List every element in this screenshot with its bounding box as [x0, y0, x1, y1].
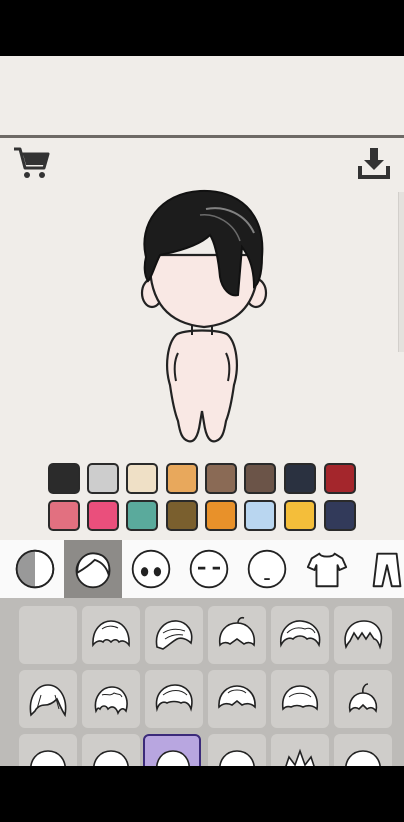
hair-style-option[interactable]	[271, 606, 329, 664]
color-swatch[interactable]	[284, 500, 316, 531]
hair-style-option[interactable]	[82, 734, 140, 766]
tab-mouth[interactable]	[238, 540, 296, 598]
hair-icon	[280, 620, 321, 648]
hair-style-option[interactable]	[208, 734, 266, 766]
hair-style-option[interactable]	[271, 670, 329, 728]
hair-style-option[interactable]	[19, 734, 77, 766]
tab-eyes[interactable]	[122, 540, 180, 598]
status-bar	[0, 0, 404, 56]
color-swatch[interactable]	[244, 500, 276, 531]
color-swatch[interactable]	[284, 463, 316, 494]
eyes-icon	[131, 549, 171, 589]
color-swatch[interactable]	[324, 500, 356, 531]
color-swatch[interactable]	[244, 463, 276, 494]
avatar-head	[140, 253, 268, 329]
color-swatch[interactable]	[205, 463, 237, 494]
hair-style-option[interactable]	[334, 670, 392, 728]
color-swatch[interactable]	[205, 500, 237, 531]
color-swatch[interactable]	[126, 500, 158, 531]
color-swatch[interactable]	[87, 500, 119, 531]
side-panel-edge[interactable]	[398, 192, 404, 352]
color-swatch[interactable]	[324, 463, 356, 494]
hair-icon	[219, 750, 255, 766]
hair-style-option[interactable]	[82, 606, 140, 664]
shopping-cart-icon	[14, 147, 50, 178]
hair-style-grid	[0, 598, 404, 766]
hair-icon	[281, 685, 319, 711]
hair-style-none[interactable]	[19, 606, 77, 664]
cart-button[interactable]	[12, 143, 52, 183]
hair-style-option[interactable]	[334, 606, 392, 664]
hair-icon	[29, 684, 67, 718]
hair-style-option[interactable]	[208, 670, 266, 728]
tab-bottom[interactable]	[358, 540, 404, 598]
tshirt-icon	[306, 552, 348, 588]
hair-style-option[interactable]	[271, 734, 329, 766]
hair-icon	[94, 686, 128, 716]
hair-icon	[285, 748, 315, 766]
hair-style-option[interactable]	[82, 670, 140, 728]
hair-icon	[344, 620, 383, 650]
color-swatch[interactable]	[48, 500, 80, 531]
mouth-icon	[247, 549, 287, 589]
tab-eyebrows[interactable]	[180, 540, 238, 598]
half-circle-icon	[15, 549, 55, 589]
navigation-bar	[0, 766, 404, 822]
hair-style-option[interactable]	[19, 670, 77, 728]
color-swatch[interactable]	[87, 463, 119, 494]
hair-icon	[156, 750, 190, 766]
hair-icon	[92, 620, 130, 648]
hair-icon	[348, 683, 378, 713]
hair-style-option-selected[interactable]	[143, 734, 201, 766]
color-swatch[interactable]	[126, 463, 158, 494]
color-palette	[48, 463, 360, 533]
hair-style-option[interactable]	[334, 734, 392, 766]
avatar-character[interactable]	[130, 185, 278, 447]
tab-skin-tone[interactable]	[6, 540, 64, 598]
stage-divider	[0, 135, 404, 138]
pants-icon	[372, 552, 402, 588]
hair-icon	[93, 750, 129, 766]
hair-icon	[155, 684, 193, 713]
tab-top[interactable]	[298, 540, 356, 598]
hair-icon	[345, 750, 381, 766]
hair-icon	[218, 685, 256, 709]
hair-style-option[interactable]	[145, 606, 203, 664]
color-swatch[interactable]	[166, 463, 198, 494]
color-swatch[interactable]	[48, 463, 80, 494]
category-tabs	[0, 540, 404, 598]
download-icon	[358, 148, 390, 179]
hair-style-option[interactable]	[145, 670, 203, 728]
hair-icon	[75, 552, 111, 589]
hair-style-option[interactable]	[208, 606, 266, 664]
avatar-body	[166, 325, 238, 443]
hair-icon	[218, 616, 256, 647]
eyebrows-icon	[189, 549, 229, 589]
hair-icon	[30, 750, 66, 766]
color-swatch[interactable]	[166, 500, 198, 531]
download-button[interactable]	[354, 144, 394, 182]
tab-hair[interactable]	[64, 540, 122, 598]
hair-icon	[155, 620, 193, 650]
